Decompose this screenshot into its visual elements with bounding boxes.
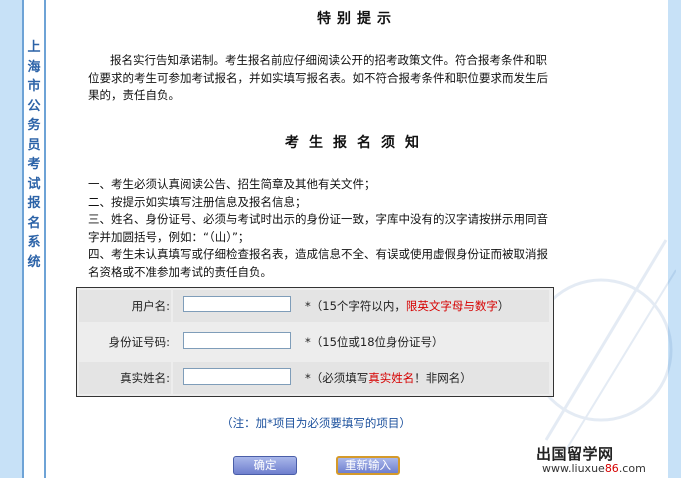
side-title-char: 统: [27, 254, 41, 270]
side-title-char: 名: [27, 215, 41, 231]
id-number-label: 身份证号码:: [108, 335, 170, 349]
side-title-char: 上: [27, 40, 41, 55]
username-hint: *（15个字符以内，限英文字母与数字）: [305, 299, 510, 313]
id-number-hint: *（15位或18位身份证号）: [305, 335, 444, 349]
side-title-char: 海: [27, 59, 41, 75]
system-vertical-title: 上海市公务员考试报名系统: [24, 38, 44, 272]
side-title-char: 试: [27, 176, 41, 192]
rule-item: 四、考生未认真填写或仔细检查报名表，造成信息不全、有误或使用虚假身份证而被取消报…: [88, 247, 548, 279]
real-name-label: 真实姓名:: [120, 371, 170, 385]
side-title-char: 市: [27, 79, 41, 94]
notice-title: 特别提示: [317, 11, 397, 27]
username-row: 用户名: *（15个字符以内，限英文字母与数字）: [77, 288, 553, 324]
required-note: （注：加*项目为必须要填写的项目）: [221, 416, 411, 430]
main-content: 特别提示 报名实行告知承诺制。考生报名前应仔细阅读公开的招考政策文件。符合报考条…: [46, 0, 676, 478]
side-title-char: 公: [27, 98, 41, 114]
registration-form: 用户名: *（15个字符以内，限英文字母与数字） 身份证号码: *（15位或18…: [76, 287, 554, 397]
rule-item: 三、姓名、身份证号、必须与考试时出示的身份证一致，字库中没有的汉字请按拼示用同音…: [88, 212, 548, 244]
reset-button[interactable]: 重新输入: [336, 456, 400, 475]
confirm-button[interactable]: 确定: [233, 456, 297, 475]
rules-list: 一、考生必须认真阅读公告、招生简章及其他有关文件； 二、按提示如实填写注册信息及…: [88, 176, 558, 281]
side-title-char: 报: [27, 196, 41, 211]
side-title-char: 考: [27, 157, 41, 172]
real-name-input[interactable]: [183, 368, 291, 385]
rule-item: 二、按提示如实填写注册信息及报名信息；: [88, 194, 307, 209]
side-title-char: 务: [27, 118, 41, 133]
notice-paragraph: 报名实行告知承诺制。考生报名前应仔细阅读公开的招考政策文件。符合报考条件和职位要…: [88, 53, 548, 102]
rules-title: 考生报名须知: [285, 135, 429, 151]
real-name-row: 真实姓名: *（必须填写真实姓名！非网名）: [77, 360, 553, 396]
real-name-hint: *（必须填写真实姓名！非网名）: [305, 371, 472, 385]
id-number-row: 身份证号码: *（15位或18位身份证号）: [77, 324, 553, 360]
id-number-input[interactable]: [183, 332, 291, 349]
side-title-char: 员: [27, 137, 41, 153]
username-input[interactable]: [183, 296, 291, 312]
username-label: 用户名:: [131, 299, 170, 313]
side-title-panel: 上海市公务员考试报名系统: [22, 0, 46, 478]
watermark-brand: 出国留学网: [536, 445, 614, 463]
side-title-char: 系: [27, 235, 41, 250]
left-decor-bar: [0, 0, 22, 478]
rule-item: 一、考生必须认真阅读公告、招生简章及其他有关文件；: [88, 177, 376, 191]
watermark-url: www.liuxue86.com: [542, 462, 646, 475]
